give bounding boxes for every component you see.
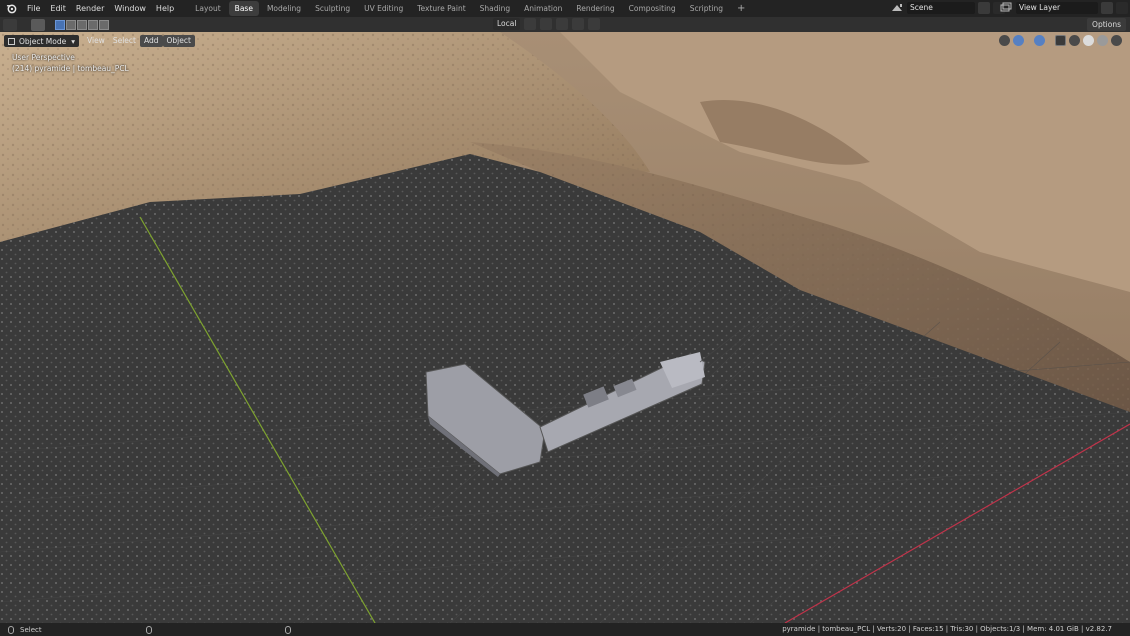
select-intersect-icon[interactable] [99,19,109,30]
viewport-scene [0,32,1130,623]
status-select-label: Select [20,625,42,634]
menu-add[interactable]: Add [139,35,163,47]
tab-uv-editing[interactable]: UV Editing [358,1,409,16]
wireframe-shading-icon[interactable] [1069,35,1080,46]
object-mode-dropdown[interactable]: Object Mode ▾ [4,35,80,47]
cursor-select-icon[interactable] [31,18,45,31]
transform-orientation: Local [493,18,601,30]
new-view-layer-button[interactable] [1101,2,1113,14]
add-workspace-button[interactable]: + [731,1,751,16]
object-mode-icon [8,37,15,45]
overlay-icon[interactable] [1034,35,1045,46]
select-difference-icon[interactable] [88,19,98,30]
menu-object[interactable]: Object [162,35,195,47]
view-layer-icon[interactable] [999,2,1013,14]
pivot-point-icon[interactable] [524,18,537,30]
menu-help[interactable]: Help [151,0,179,17]
tab-rendering[interactable]: Rendering [570,1,620,16]
menu-select[interactable]: Select [109,35,140,47]
chevron-down-icon: ▾ [71,36,76,46]
gizmo-icon[interactable] [1013,35,1024,46]
top-menu-bar: File Edit Render Window Help Layout Base… [0,0,1130,17]
viewport-header: Object Mode ▾ View Select Add Object [4,35,195,47]
mouse-left-icon [8,626,14,634]
mouse-middle-icon [146,626,152,634]
editor-type-icon[interactable] [3,18,17,31]
tab-shading[interactable]: Shading [474,1,516,16]
selection-mode-group [55,19,110,30]
perspective-label: User Perspective [12,53,75,62]
viewport-shading-controls [996,35,1122,46]
menu-file[interactable]: File [22,0,45,17]
view-layer-name-field[interactable]: View Layer [1016,2,1098,14]
menu-view[interactable]: View [83,35,109,47]
orientation-dropdown[interactable]: Local [493,18,521,30]
tab-animation[interactable]: Animation [518,1,568,16]
solid-shading-icon[interactable] [1083,35,1094,46]
visibility-icon[interactable] [999,35,1010,46]
tab-texture-paint[interactable]: Texture Paint [411,1,471,16]
tab-compositing[interactable]: Compositing [623,1,682,16]
scene-selector: Scene [890,2,1005,14]
menu-render[interactable]: Render [71,0,109,17]
proportional-edit-icon[interactable] [572,18,585,30]
scene-statistics: pyramide | tombeau_PCL | Verts:20 | Face… [782,625,1112,633]
material-shading-icon[interactable] [1097,35,1108,46]
scene-icon[interactable] [890,2,904,14]
options-dropdown[interactable]: Options [1087,18,1126,31]
status-bar: Select pyramide | tombeau_PCL | Verts:20… [0,623,1130,636]
delete-view-layer-button[interactable] [1116,2,1128,14]
mouse-right-icon [285,626,291,634]
tab-modeling[interactable]: Modeling [261,1,307,16]
view-layer-selector: View Layer [999,2,1128,14]
snap-target-icon[interactable] [556,18,569,30]
select-subtract-icon[interactable] [77,19,87,30]
tool-header: Local Options [0,17,1130,32]
new-scene-button[interactable] [978,2,990,14]
menu-window[interactable]: Window [109,0,151,17]
rendered-shading-icon[interactable] [1111,35,1122,46]
tab-layout[interactable]: Layout [189,1,227,16]
select-new-icon[interactable] [55,19,65,30]
object-mode-label: Object Mode [19,36,67,46]
tab-scripting[interactable]: Scripting [684,1,729,16]
main-menu: File Edit Render Window Help [22,0,179,17]
xray-icon[interactable] [1055,35,1066,46]
menu-edit[interactable]: Edit [45,0,71,17]
workspace-tabs: Layout Base Modeling Sculpting UV Editin… [189,0,753,17]
select-extend-icon[interactable] [66,19,76,30]
falloff-icon[interactable] [588,18,601,30]
active-object-info: (214) pyramide | tombeau_PCL [12,64,129,73]
tab-sculpting[interactable]: Sculpting [309,1,356,16]
3d-viewport[interactable]: Object Mode ▾ View Select Add Object Use… [0,32,1130,623]
tab-base[interactable]: Base [228,1,259,16]
snap-icon[interactable] [540,18,553,30]
scene-name-field[interactable]: Scene [907,2,975,14]
blender-logo-icon[interactable] [4,2,18,16]
